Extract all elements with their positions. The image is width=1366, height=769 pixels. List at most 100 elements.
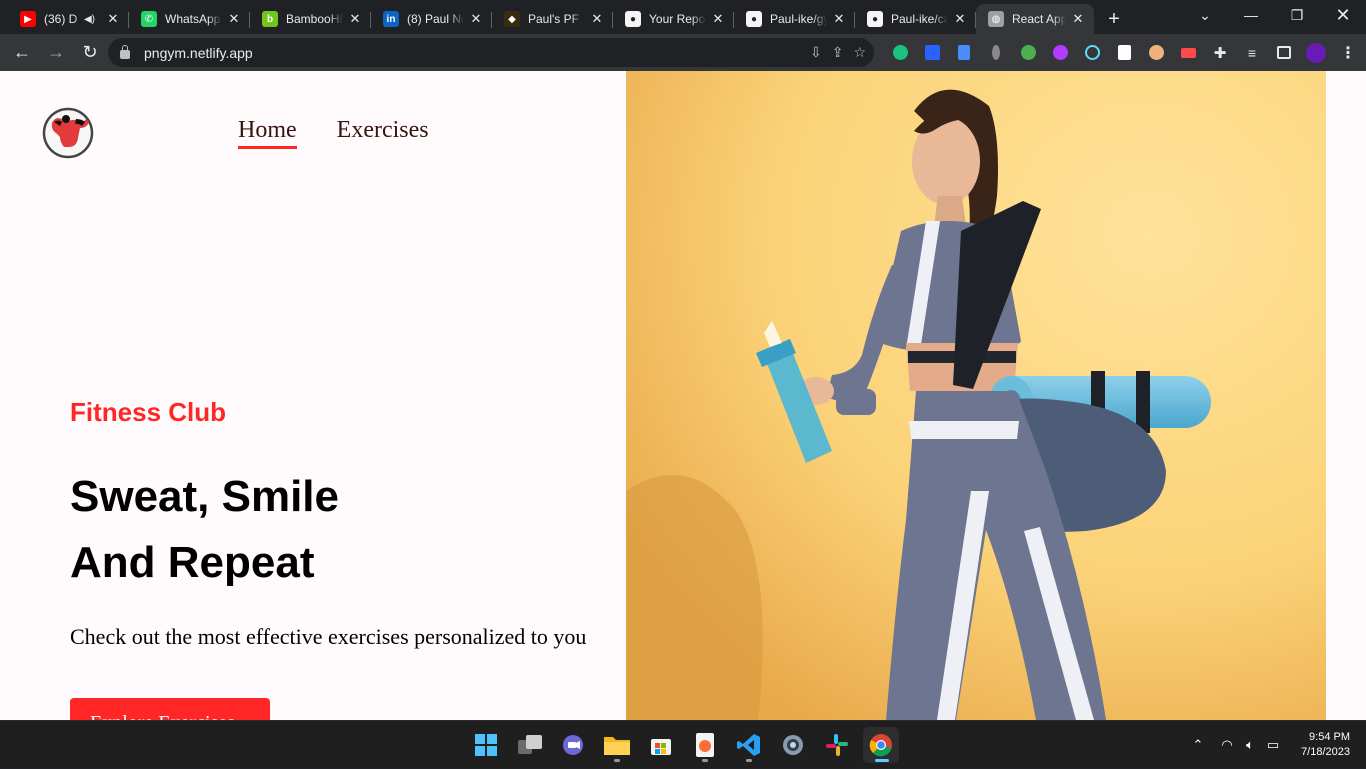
m-extension-icon[interactable] bbox=[916, 37, 948, 69]
windows-taskbar: ⌃ ◠ 🔈︎ ▭ 9:54 PM 7/18/2023 bbox=[0, 720, 1366, 768]
clock-time: 9:54 PM bbox=[1309, 731, 1350, 743]
video-extension-icon[interactable] bbox=[1172, 37, 1204, 69]
hero-headline-line-2: And Repeat bbox=[70, 538, 315, 587]
clock-date: 7/18/2023 bbox=[1301, 746, 1350, 758]
lock-icon[interactable] bbox=[120, 45, 130, 59]
tab-close-icon[interactable]: ✕ bbox=[710, 11, 726, 27]
install-app-icon[interactable]: ⇩ bbox=[810, 44, 822, 61]
tab-search-icon[interactable]: ⌄ bbox=[1182, 0, 1228, 30]
browser-tab[interactable]: b BambooHR ✕ bbox=[250, 4, 371, 34]
chrome-taskbar-icon[interactable] bbox=[863, 727, 899, 763]
tab-title: React App bbox=[1012, 12, 1066, 26]
tab-title: (36) D bbox=[44, 12, 78, 26]
taskbar-clock[interactable]: 9:54 PM 7/18/2023 bbox=[1301, 730, 1350, 760]
minimize-button[interactable]: — bbox=[1228, 0, 1274, 30]
battery-icon[interactable]: ▭ bbox=[1260, 737, 1286, 753]
tab-title: Your Repositories bbox=[649, 12, 706, 26]
tab-title: (8) Paul Ngozi bbox=[407, 12, 464, 26]
browser-tab[interactable]: in (8) Paul Ngozi ✕ bbox=[371, 4, 492, 34]
media-control-icon[interactable]: ≡ bbox=[1236, 37, 1268, 69]
tab-title: Paul-ike/calculator bbox=[891, 12, 948, 26]
github-icon: ● bbox=[867, 11, 883, 27]
copy-extension-icon[interactable] bbox=[948, 37, 980, 69]
bookmark-star-icon[interactable]: ☆ bbox=[853, 44, 866, 61]
github-icon: ● bbox=[746, 11, 762, 27]
tab-title: Paul-ike/gym bbox=[770, 12, 827, 26]
wifi-icon[interactable]: ◠ bbox=[1214, 737, 1240, 753]
hero-tagline: Fitness Club bbox=[70, 397, 227, 427]
nav-home-link[interactable]: Home bbox=[238, 117, 297, 149]
tab-title: Paul's PF bbox=[528, 12, 579, 26]
tab-close-icon[interactable]: ✕ bbox=[226, 11, 242, 27]
teams-chat-icon[interactable] bbox=[555, 727, 591, 763]
new-tab-button[interactable]: + bbox=[1098, 4, 1130, 34]
slack-icon[interactable] bbox=[819, 727, 855, 763]
system-tray: ⌃ ◠ 🔈︎ ▭ bbox=[1188, 721, 1286, 769]
start-windows-icon[interactable] bbox=[468, 727, 504, 763]
gym-logo[interactable] bbox=[40, 105, 96, 161]
forward-button[interactable]: → bbox=[40, 37, 72, 69]
close-window-button[interactable]: ✕ bbox=[1320, 0, 1366, 30]
tab-close-icon[interactable]: ✕ bbox=[105, 11, 121, 27]
hero-text: Fitness Club Sweat, Smile And Repeat Che… bbox=[70, 397, 630, 650]
browser-tab[interactable]: ✆ WhatsApp ✕ bbox=[129, 4, 250, 34]
browser-tab[interactable]: ● Paul-ike/calculator ✕ bbox=[855, 4, 976, 34]
extensions-puzzle-icon[interactable]: ✚ bbox=[1204, 37, 1236, 69]
tree-extension-icon[interactable] bbox=[1012, 37, 1044, 69]
side-panel-icon[interactable] bbox=[1268, 37, 1300, 69]
extensions-area: ✚ ≡ ⋮ bbox=[884, 34, 1364, 71]
restore-button[interactable]: ❐ bbox=[1274, 0, 1320, 30]
notion-extension-icon[interactable] bbox=[1108, 37, 1140, 69]
tab-title: WhatsApp bbox=[165, 12, 221, 26]
hero-description: Check out the most effective exercises p… bbox=[70, 624, 587, 649]
share-icon[interactable]: ⇪ bbox=[832, 44, 844, 61]
tab-close-icon[interactable]: ✕ bbox=[831, 11, 847, 27]
browser-tab[interactable]: ● Your Repositories ✕ bbox=[613, 4, 734, 34]
tab-close-icon[interactable]: ✕ bbox=[1070, 11, 1086, 27]
tab-close-icon[interactable]: ✕ bbox=[952, 11, 968, 27]
tab-close-icon[interactable]: ✕ bbox=[468, 11, 484, 27]
url-text: pngym.netlify.app bbox=[144, 44, 253, 61]
react-devtools-icon[interactable] bbox=[1076, 37, 1108, 69]
globe-icon: ◍ bbox=[988, 11, 1004, 27]
github-icon: ● bbox=[625, 11, 641, 27]
tab-close-icon[interactable]: ✕ bbox=[347, 11, 363, 27]
task-view-icon[interactable] bbox=[512, 727, 548, 763]
chatgpt-extension-icon[interactable] bbox=[884, 37, 916, 69]
main-nav: Home Exercises bbox=[238, 117, 429, 149]
hero-headline-line-1: Sweat, Smile bbox=[70, 472, 340, 521]
web-page: Home Exercises Fitness Club Sweat, Smile… bbox=[0, 71, 1366, 720]
nav-exercises-link[interactable]: Exercises bbox=[337, 117, 429, 149]
reload-button[interactable]: ↻ bbox=[74, 37, 106, 69]
chrome-menu-icon[interactable]: ⋮ bbox=[1332, 37, 1364, 69]
address-bar[interactable]: pngym.netlify.app ⇩ ⇪ ☆ bbox=[108, 38, 874, 67]
tab-title: BambooHR bbox=[286, 12, 343, 26]
browser-tab[interactable]: ● Paul-ike/gym ✕ bbox=[734, 4, 855, 34]
linkedin-icon: in bbox=[383, 11, 399, 27]
browser-tab[interactable]: ◆ Paul's PF ✕ bbox=[492, 4, 613, 34]
browser-toolbar: ← → ↻ pngym.netlify.app ⇩ ⇪ ☆ ✚ ≡ ⋮ bbox=[0, 34, 1366, 71]
youtube-icon: ▶ bbox=[20, 11, 36, 27]
microsoft-store-icon[interactable] bbox=[643, 727, 679, 763]
postman-app-icon[interactable] bbox=[687, 727, 723, 763]
explore-exercises-button[interactable]: Explore Exercises bbox=[70, 698, 270, 720]
vscode-icon[interactable] bbox=[731, 727, 767, 763]
bottle-extension-icon[interactable] bbox=[980, 37, 1012, 69]
volume-icon[interactable]: 🔈︎ bbox=[1240, 737, 1260, 753]
face-extension-icon[interactable] bbox=[1140, 37, 1172, 69]
bamboohr-icon: b bbox=[262, 11, 278, 27]
hero-banner-image bbox=[626, 71, 1326, 720]
settings-gear-icon[interactable] bbox=[775, 727, 811, 763]
browser-tab[interactable]: ◍ React App ✕ bbox=[976, 4, 1094, 34]
purple-extension-icon[interactable] bbox=[1044, 37, 1076, 69]
show-hidden-icons-icon[interactable]: ⌃ bbox=[1188, 737, 1208, 753]
profile-avatar[interactable] bbox=[1300, 37, 1332, 69]
back-button[interactable]: ← bbox=[6, 37, 38, 69]
tab-close-icon[interactable]: ✕ bbox=[589, 11, 605, 27]
tab-list: ▶ (36) D ◀) ✕ ✆ WhatsApp ✕ b BambooHR ✕ in (8) Paul… bbox=[0, 4, 1094, 34]
tab-audio-icon[interactable]: ◀) bbox=[84, 14, 95, 25]
portfolio-icon: ◆ bbox=[504, 11, 520, 27]
browser-tab[interactable]: ▶ (36) D ◀) ✕ bbox=[8, 4, 129, 34]
file-explorer-icon[interactable] bbox=[599, 727, 635, 763]
hero-headline: Sweat, Smile And Repeat bbox=[70, 464, 630, 596]
